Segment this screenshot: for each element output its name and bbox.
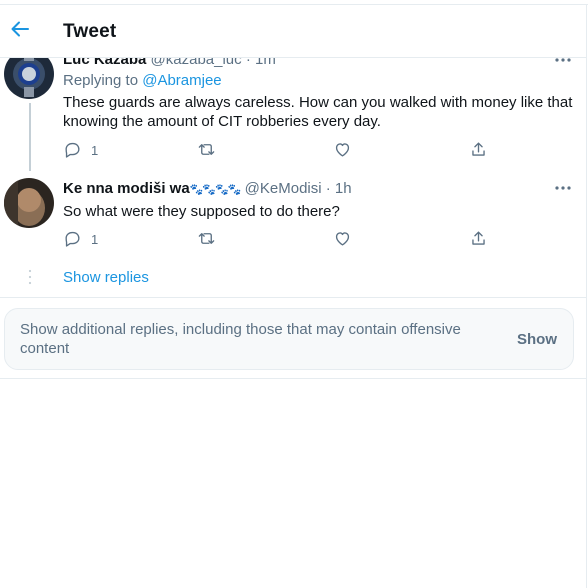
right-border: [586, 4, 587, 588]
tweet-actions: 1: [63, 140, 523, 162]
like-button[interactable]: [333, 140, 352, 160]
banner-text: Show additional replies, including those…: [20, 321, 461, 357]
tweet-text-line: These guards are always careless. How ca…: [63, 94, 573, 111]
replying-to: Replying to @Abramjee: [63, 72, 222, 89]
reply-icon: [65, 142, 80, 158]
share-button[interactable]: [469, 229, 488, 249]
more-icon[interactable]: [554, 185, 572, 191]
like-button[interactable]: [333, 229, 352, 249]
back-arrow-icon[interactable]: [8, 17, 32, 41]
retweet-icon: [198, 233, 215, 244]
tweet-actions: 1: [63, 229, 523, 251]
share-button[interactable]: [469, 140, 488, 160]
tweet-author: Ke nna modiši wa🐾🐾🐾🐾 @KeModisi · 1h: [63, 180, 352, 197]
page-title: Tweet: [63, 21, 117, 42]
replying-prefix: Replying to: [63, 72, 143, 89]
divider: [0, 378, 586, 379]
retweet-icon: [198, 144, 215, 155]
like-icon: [335, 143, 350, 157]
divider: [0, 297, 586, 298]
reply-icon: [65, 231, 80, 247]
tweet-header: Tweet: [0, 5, 586, 58]
share-icon: [472, 142, 485, 156]
share-icon: [472, 231, 485, 245]
show-replies-link[interactable]: Show replies: [63, 269, 149, 286]
thread-line: [29, 103, 31, 171]
reply-count: 1: [91, 232, 99, 247]
tweet-text: These guards are always careless. How ca…: [63, 93, 573, 131]
avatar[interactable]: [4, 178, 54, 228]
tweet-time[interactable]: · 1h: [326, 180, 352, 197]
reply-button[interactable]: 1: [63, 140, 98, 160]
author-name[interactable]: Ke nna modiši wa: [63, 180, 190, 197]
reply-count: 1: [91, 143, 99, 158]
like-icon: [335, 232, 350, 246]
author-handle[interactable]: @KeModisi: [245, 180, 322, 197]
tweet-text-line: So what were they supposed to do there?: [63, 203, 340, 220]
author-name-emoji: 🐾🐾🐾🐾: [189, 184, 242, 196]
reply-button[interactable]: 1: [63, 229, 98, 249]
tweet-text-line: knowing the amount of CIT robberies ever…: [63, 113, 381, 130]
retweet-button[interactable]: [197, 140, 216, 160]
additional-replies-banner: Show additional replies, including those…: [4, 308, 574, 370]
show-button[interactable]: Show: [517, 331, 557, 348]
thread-dots: [28, 269, 32, 285]
replying-handle-link[interactable]: @Abramjee: [142, 72, 221, 89]
retweet-button[interactable]: [197, 229, 216, 249]
tweet-text: So what were they supposed to do there?: [63, 202, 573, 221]
